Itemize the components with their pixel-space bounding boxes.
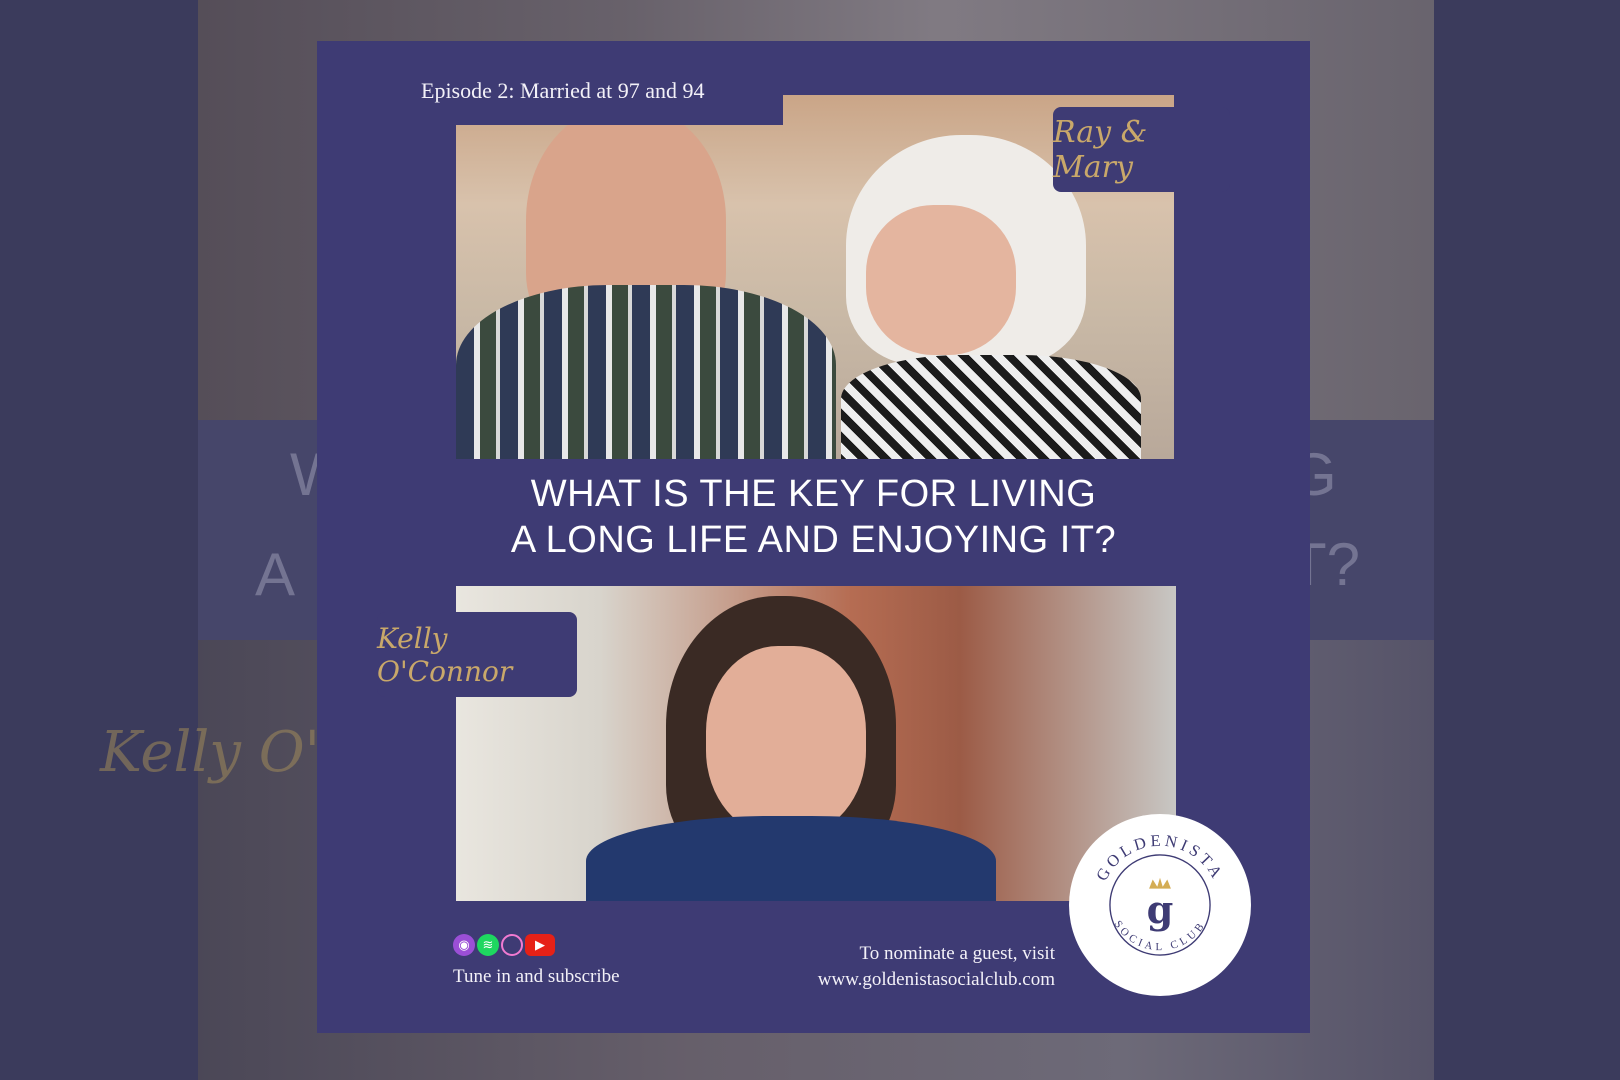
youtube-icon[interactable]: ▶	[525, 934, 555, 956]
guests-name-tag: Ray & Mary	[1053, 107, 1230, 192]
episode-label: Episode 2: Married at 97 and 94	[407, 69, 783, 125]
website-link[interactable]: www.goldenistasocialclub.com	[818, 967, 1055, 993]
podcast-cast-icon[interactable]	[501, 934, 523, 956]
goldenista-logo: GOLDENISTA SOCIAL CLUB g	[1069, 814, 1251, 996]
apple-podcasts-icon[interactable]: ◉	[453, 934, 475, 956]
logo-top-text: GOLDENISTA	[1092, 831, 1224, 884]
headline-line: WHAT IS THE KEY FOR LIVING	[530, 473, 1097, 515]
episode-card: Episode 2: Married at 97 and 94 Ray & Ma…	[317, 41, 1310, 1033]
svg-text:GOLDENISTA: GOLDENISTA	[1092, 831, 1228, 884]
tune-in-text: Tune in and subscribe	[453, 966, 620, 987]
mary-face	[866, 205, 1016, 355]
spotify-icon[interactable]: ≋	[477, 934, 499, 956]
nominate-line: To nominate a guest, visit	[859, 943, 1055, 964]
headline-line: A LONG LIFE AND ENJOYING IT?	[510, 519, 1117, 561]
ray-shirt	[456, 285, 836, 459]
episode-headline: WHAT IS THE KEY FOR LIVING A LONG LIFE A…	[317, 471, 1310, 563]
logo-graphic: GOLDENISTA SOCIAL CLUB g	[1092, 831, 1228, 956]
nominate-text: To nominate a guest, visit www.goldenist…	[818, 941, 1055, 993]
platform-icons: ◉ ≋ ▶	[453, 934, 555, 956]
backdrop-text: A	[255, 541, 296, 608]
kelly-face	[706, 646, 866, 836]
kelly-shirt	[586, 816, 996, 901]
host-name-tag: Kelly O'Connor	[377, 612, 577, 697]
mary-shirt	[841, 355, 1141, 459]
logo-monogram: g	[1147, 888, 1174, 933]
crown-icon	[1149, 877, 1171, 889]
